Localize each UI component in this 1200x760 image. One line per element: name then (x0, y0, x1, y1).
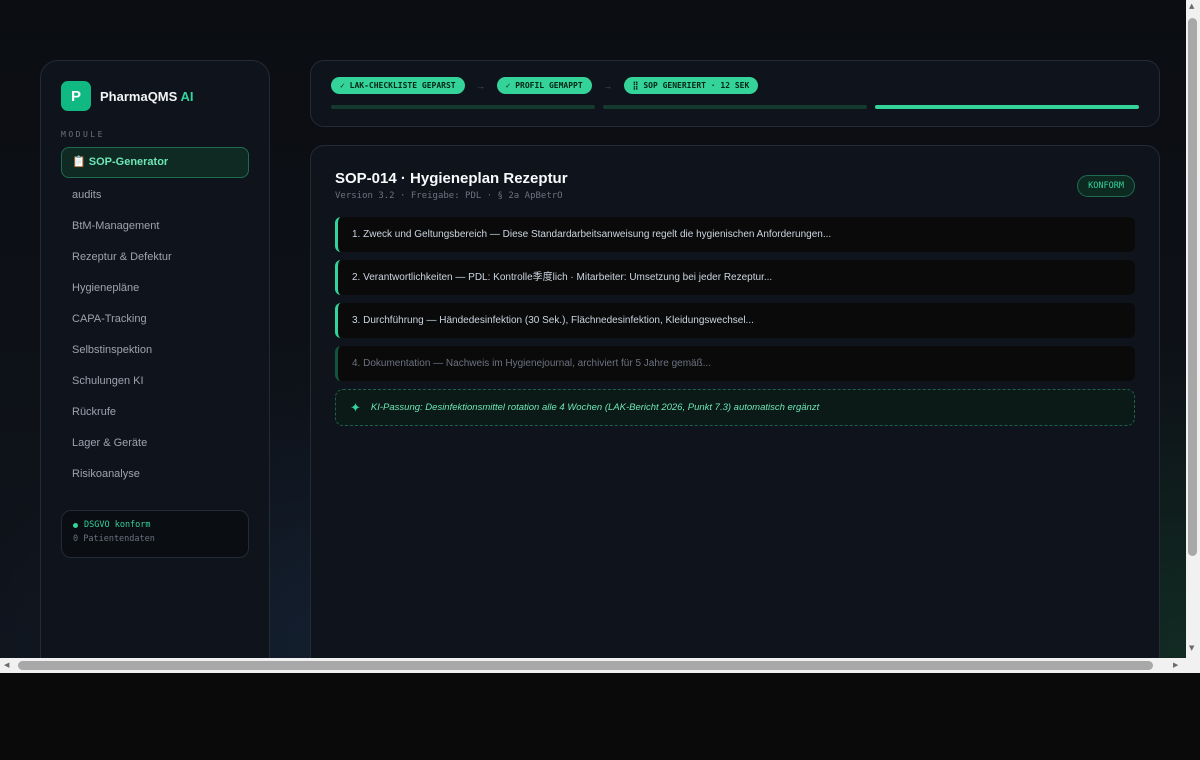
pipeline-progress: ✓ LAK-CHECKLISTE GEPARST → ✓ PROFIL GEMA… (310, 60, 1160, 127)
sidebar: P PharmaQMS AI MODULE 📋 SOP-Generator au… (40, 60, 270, 658)
horizontal-scrollbar[interactable]: ◀ ▶ (0, 658, 1186, 673)
sidebar-item-capa-tracking[interactable]: CAPA-Tracking (61, 304, 249, 335)
sidebar-item-audits[interactable]: audits (61, 180, 249, 211)
sidebar-section-label: MODULE (61, 130, 105, 139)
scroll-up-icon[interactable]: ▲ (1189, 2, 1194, 10)
app-viewport: P PharmaQMS AI MODULE 📋 SOP-Generator au… (0, 0, 1186, 658)
progress-bar-fill (875, 105, 1139, 109)
step-pill-profile: ✓ PROFIL GEMAPPT (496, 77, 592, 94)
sidebar-item-lager-geraete[interactable]: Lager & Geräte (61, 428, 249, 459)
brand-logo: P (61, 81, 91, 111)
document-header: SOP-014 · Hygieneplan Rezeptur Version 3… (335, 170, 1135, 208)
ki-suggestion: ✦ KI-Passung: Desinfektionsmittel rotati… (335, 389, 1135, 426)
sop-document-panel: SOP-014 · Hygieneplan Rezeptur Version 3… (310, 145, 1160, 658)
vertical-scroll-thumb[interactable] (1188, 18, 1197, 556)
step-pill-sop: ⣿ SOP GENERIERT · 12 SEK (623, 77, 759, 94)
progress-bars (331, 105, 1139, 109)
document-section[interactable]: 3. Durchführung — Händedesinfektion (30 … (335, 303, 1135, 338)
horizontal-scroll-thumb[interactable] (18, 661, 1153, 670)
arrow-icon: → (476, 80, 486, 91)
dsgvo-status-subtitle: 0 Patientendaten (73, 534, 155, 544)
vertical-scrollbar[interactable]: ▲ ▼ (1186, 0, 1200, 658)
sidebar-item-rezeptur-defektur[interactable]: Rezeptur & Defektur (61, 242, 249, 273)
arrow-icon: → (603, 80, 613, 91)
sparkle-icon: ✦ (350, 399, 361, 415)
progress-bar-2 (603, 105, 867, 109)
sidebar-item-risikoanalyse[interactable]: Risikoanalyse (61, 459, 249, 490)
brand-name-suffix: AI (180, 88, 194, 104)
brand-name-text: PharmaQMS (100, 88, 178, 104)
sidebar-item-rueckrufe[interactable]: Rückrufe (61, 397, 249, 428)
sidebar-item-sop-generator[interactable]: 📋 SOP-Generator (61, 147, 249, 178)
scroll-left-icon[interactable]: ◀ (4, 661, 9, 669)
sidebar-nav: 📋 SOP-Generator audits BtM-Management Re… (61, 147, 249, 490)
scrollbar-corner (1186, 658, 1200, 673)
document-section[interactable]: 4. Dokumentation — Nachweis im Hygienejo… (335, 346, 1135, 381)
sidebar-item-btm-management[interactable]: BtM-Management (61, 211, 249, 242)
scroll-right-icon[interactable]: ▶ (1173, 661, 1178, 669)
sidebar-item-hygieneplaene[interactable]: Hygienepläne (61, 273, 249, 304)
status-dot-icon (73, 522, 78, 528)
progress-bar-1 (331, 105, 595, 109)
progress-bar-3 (875, 105, 1139, 109)
scroll-down-icon[interactable]: ▼ (1189, 644, 1194, 652)
document-meta: Version 3.2 · Freigabe: PDL · § 2a ApBet… (335, 191, 563, 201)
dsgvo-status-card: DSGVO konform 0 Patientendaten (61, 510, 249, 558)
pipeline-steps: ✓ LAK-CHECKLISTE GEPARST → ✓ PROFIL GEMA… (331, 77, 1139, 94)
document-title: SOP-014 · Hygieneplan Rezeptur (335, 170, 568, 187)
document-section[interactable]: 2. Verantwortlichkeiten — PDL: Kontrolle… (335, 260, 1135, 295)
step-pill-checklist: ✓ LAK-CHECKLISTE GEPARST (331, 77, 465, 94)
ki-suggestion-text: KI-Passung: Desinfektionsmittel rotation… (370, 402, 820, 413)
document-sections: 1. Zweck und Geltungsbereich — Diese Sta… (335, 217, 1135, 381)
dsgvo-status-text: DSGVO konform (84, 520, 151, 530)
sidebar-item-selbstinspektion[interactable]: Selbstinspektion (61, 335, 249, 366)
sidebar-item-schulungen[interactable]: Schulungen KI (61, 366, 249, 397)
document-section[interactable]: 1. Zweck und Geltungsbereich — Diese Sta… (335, 217, 1135, 252)
status-badge: KONFORM (1077, 175, 1135, 197)
brand-name: PharmaQMS AI (100, 89, 193, 104)
brand: P PharmaQMS AI (61, 81, 249, 111)
dsgvo-status-title: DSGVO konform (73, 520, 237, 530)
